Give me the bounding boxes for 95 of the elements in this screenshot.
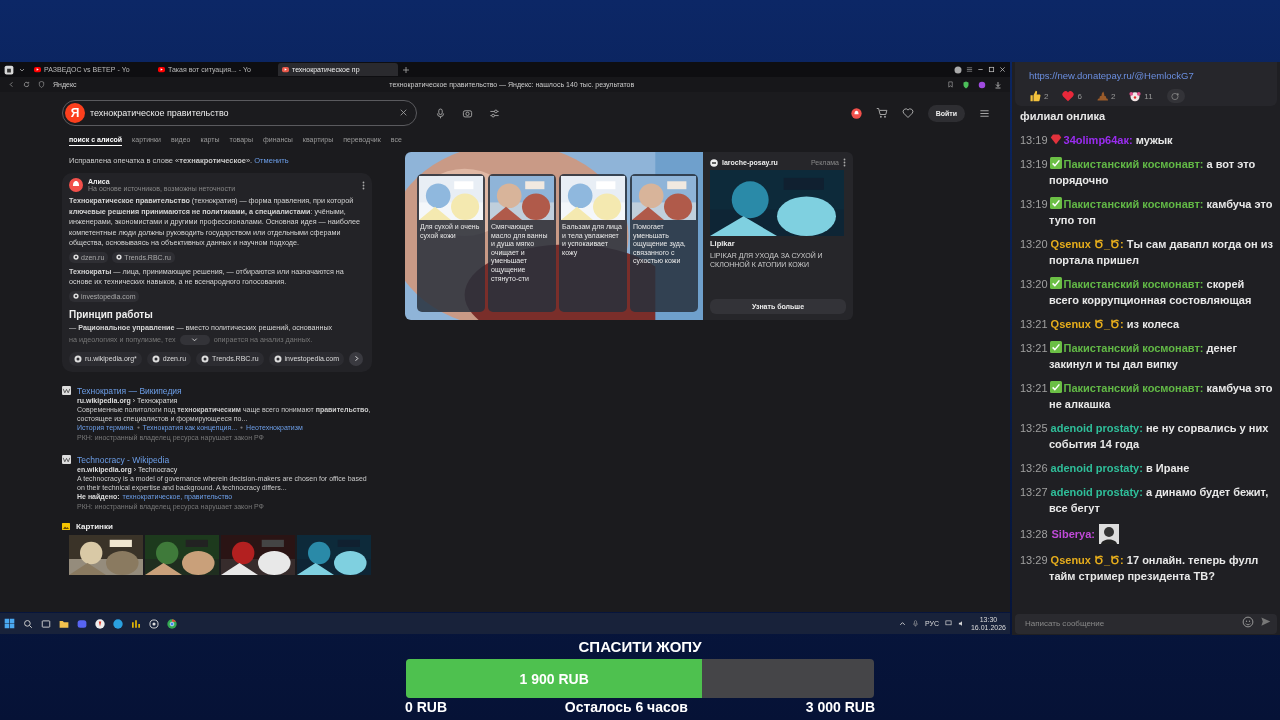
app-icon[interactable]	[113, 618, 123, 629]
send-icon[interactable]	[1260, 616, 1271, 627]
clown-face-icon	[1129, 90, 1142, 102]
download-icon[interactable]	[994, 80, 1002, 89]
source-icon	[273, 354, 282, 363]
add-reaction-button[interactable]	[1166, 89, 1185, 103]
time-remaining: Осталось 6 часов	[564, 699, 688, 715]
profile-icon[interactable]	[954, 65, 962, 74]
menu-icon[interactable]	[966, 66, 973, 73]
cart-icon[interactable]	[875, 107, 888, 119]
section-title: Картинки	[76, 521, 113, 531]
donation-link[interactable]: https://new.donatepay.ru/@HemlockG7	[1029, 70, 1271, 81]
shield-check-icon[interactable]	[962, 80, 970, 89]
goal-title: СПАСИТИ ЖОПУ	[578, 637, 702, 657]
message-input[interactable]: Написать сообщение	[1015, 613, 1277, 634]
minimize-icon[interactable]	[977, 66, 984, 73]
extension-icon[interactable]	[978, 80, 986, 89]
result-title[interactable]: Технократия — Википедия	[77, 385, 372, 396]
browser-icon[interactable]	[95, 618, 105, 629]
more-icon[interactable]	[843, 158, 846, 167]
chat-message: 13:29 Qsenux Ծ_Ծ: 17 онлайн. теперь фулл тайм стример президента ТВ?	[1020, 553, 1260, 584]
maximize-icon[interactable]	[988, 66, 995, 73]
clear-icon[interactable]	[399, 108, 408, 117]
chat-message: 13:21 Пакистанский космонавт: камбуча это не алкашка	[1020, 380, 1274, 412]
reaction-button[interactable]: 11	[1129, 90, 1153, 102]
network-icon[interactable]	[944, 620, 952, 627]
workspace-icon[interactable]	[4, 64, 14, 75]
heart-icon[interactable]	[901, 107, 914, 119]
image-icon	[62, 522, 70, 530]
reaction-button[interactable]: 2	[1029, 90, 1049, 102]
alice-icon	[69, 178, 83, 192]
folder-icon[interactable]	[59, 618, 69, 629]
source-icon	[151, 354, 160, 363]
smiley-icon[interactable]	[1242, 616, 1254, 628]
back-icon[interactable]	[8, 81, 15, 88]
chat-message: 13:19 Пакистанский космонавт: камбуча это тупо топ	[1020, 196, 1274, 228]
source-icon	[73, 293, 79, 299]
message-time: 13:28	[1020, 528, 1048, 540]
chevron-up-icon[interactable]	[898, 620, 906, 627]
source-icon	[116, 254, 123, 260]
chat-message: 13:21 Qsenux Ծ_Ծ: из колеса	[1020, 317, 1181, 332]
wikipedia-icon	[62, 385, 71, 395]
play-icon	[158, 66, 165, 73]
chrome-icon[interactable]	[167, 618, 177, 629]
camera-icon[interactable]	[462, 107, 473, 119]
shield-icon	[38, 81, 45, 88]
wikipedia-icon	[62, 454, 71, 464]
microphone-icon[interactable]	[435, 107, 446, 119]
task-view-icon[interactable]	[41, 618, 51, 629]
speaker-icon[interactable]	[957, 620, 965, 627]
goal-target: 3 000 RUB	[805, 699, 875, 715]
search-icon[interactable]	[23, 618, 33, 629]
new-tab-icon[interactable]	[402, 65, 410, 74]
reaction-button[interactable]: 6	[1062, 90, 1082, 102]
chat-message: 13:20 Пакистанский космонавт: скорей всего коррупционная состовляющая	[1020, 276, 1253, 308]
section-heading: Принцип работы	[69, 308, 154, 320]
chat-message: 13:26 adenoid prostaty: в Иране	[1020, 461, 1191, 476]
microphone-icon[interactable]	[911, 620, 919, 627]
chat-message: 13:21 Пакистанский космонавт: денег закинул и ты дал випку	[1020, 340, 1238, 372]
close-icon[interactable]	[999, 66, 1006, 73]
filter-icon[interactable]	[489, 107, 500, 119]
play-icon	[34, 66, 41, 73]
chat-message: филиал онлика	[1020, 109, 1107, 124]
bars-icon[interactable]	[131, 618, 141, 629]
record-icon[interactable]	[149, 618, 159, 629]
source-icon	[74, 354, 82, 363]
heart-icon	[1062, 90, 1075, 102]
reaction-button[interactable]: 2	[1095, 90, 1116, 102]
more-icon[interactable]	[362, 180, 365, 190]
chevron-down-icon	[191, 336, 199, 343]
chat-message: 13:19 Пакистанский космонавт: а вот это порядочно	[1020, 156, 1257, 188]
alice-icon[interactable]	[850, 107, 862, 119]
chat-message: 13:20 Qsenux Ծ_Ծ: Ты сам давапл когда он из портала пришел	[1020, 237, 1274, 268]
site-icon	[710, 158, 718, 167]
next-button[interactable]	[349, 351, 363, 366]
chat-message: 13:25 adenoid prostaty: не ну сорвались у них события 14 года	[1020, 421, 1270, 452]
result-title[interactable]: Technocracy - Wikipedia	[77, 454, 372, 465]
thumbs-up-icon	[1029, 90, 1041, 102]
source-icon	[73, 254, 79, 260]
username[interactable]: Siberya:	[1051, 528, 1095, 540]
chat-message: 13:19 34olimp64ак: мужык	[1020, 132, 1174, 148]
windows-icon[interactable]	[4, 618, 15, 629]
separator-dot	[240, 425, 244, 429]
chevron-right-icon	[352, 355, 360, 362]
play-icon	[282, 66, 289, 73]
chat-message: 13:27 adenoid prostaty: а динамо будет бежит, все бегут	[1020, 485, 1270, 516]
menu-icon[interactable]	[979, 107, 990, 119]
smiley-plus-icon	[1171, 91, 1181, 101]
goal-minimum: 0 RUB	[405, 699, 447, 715]
bookmark-icon[interactable]	[947, 81, 954, 88]
separator-dot	[136, 425, 140, 429]
goal-progress-fill: 1 900 RUB	[406, 659, 703, 698]
chat-app-icon[interactable]	[77, 618, 87, 629]
source-icon	[201, 354, 210, 363]
reload-icon[interactable]	[23, 81, 30, 88]
